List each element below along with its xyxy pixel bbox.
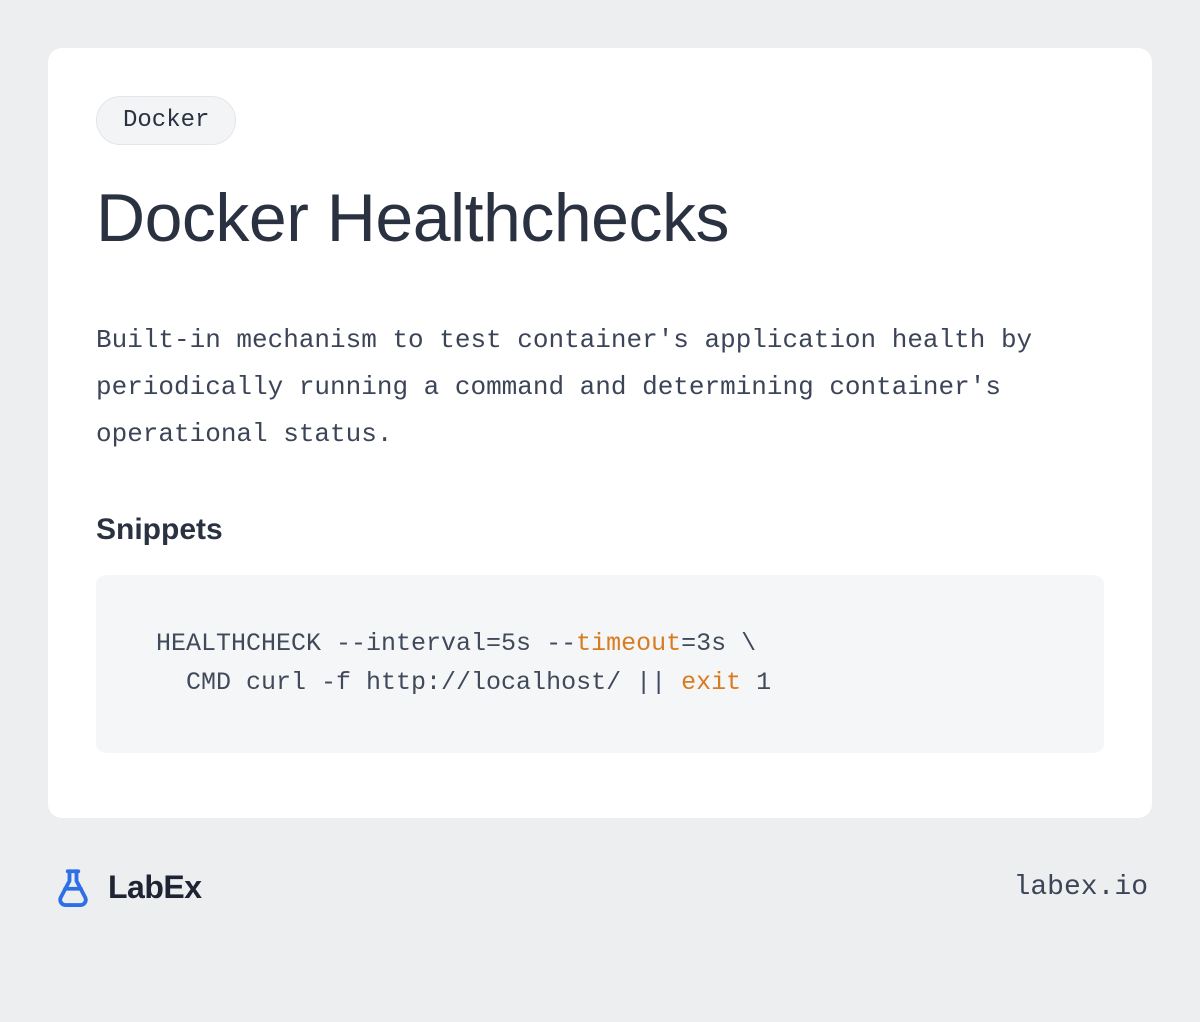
brand-url: labex.io xyxy=(1014,872,1148,903)
description: Built-in mechanism to test container's a… xyxy=(96,317,1104,457)
flask-icon xyxy=(52,866,94,908)
topic-tag: Docker xyxy=(96,96,236,145)
snippets-heading: Snippets xyxy=(96,513,1104,547)
footer: LabEx labex.io xyxy=(48,866,1152,908)
code-text: CMD curl -f http://localhost/ || xyxy=(156,668,681,697)
brand: LabEx xyxy=(52,866,202,908)
code-keyword: exit xyxy=(681,668,741,697)
content-card: Docker Docker Healthchecks Built-in mech… xyxy=(48,48,1152,818)
page-title: Docker Healthchecks xyxy=(96,179,1104,257)
code-snippet: HEALTHCHECK --interval=5s --timeout=3s \… xyxy=(96,575,1104,753)
code-keyword: timeout xyxy=(576,629,681,658)
code-text: 1 xyxy=(741,668,771,697)
brand-name: LabEx xyxy=(108,869,202,906)
code-text: HEALTHCHECK --interval=5s -- xyxy=(156,629,576,658)
code-text: =3s \ xyxy=(681,629,756,658)
